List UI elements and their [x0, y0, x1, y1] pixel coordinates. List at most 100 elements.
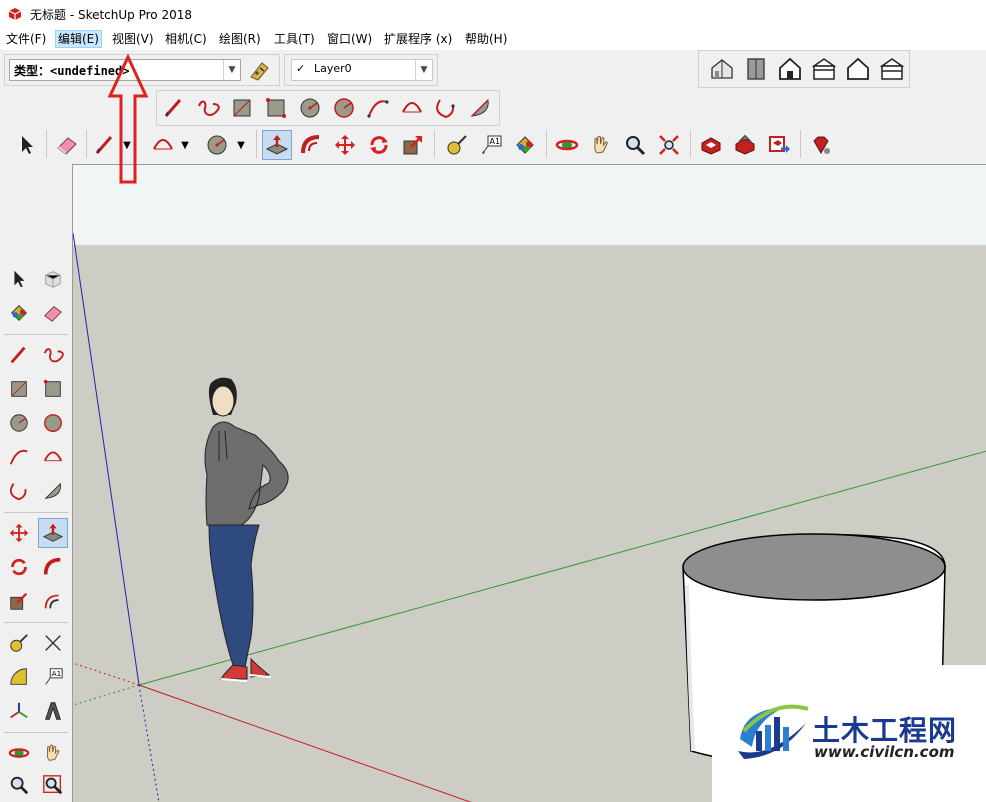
warehouse-icon — [701, 137, 721, 155]
tape-measure-button[interactable] — [442, 130, 472, 160]
orbit-tool-button[interactable] — [552, 130, 582, 160]
two-point-arc-button[interactable] — [397, 93, 427, 123]
watermark-logo-icon — [738, 704, 809, 759]
line-tool-button[interactable] — [4, 340, 34, 370]
menu-extensions[interactable]: 扩展程序 (x) — [382, 31, 454, 47]
toolbar-separator — [256, 130, 257, 158]
share-component-icon — [769, 136, 790, 153]
zoom-tool-button[interactable] — [4, 770, 34, 800]
style-brush-button[interactable] — [245, 56, 275, 86]
chevron-down-icon[interactable]: ▼ — [223, 60, 240, 80]
freehand-tool-button[interactable] — [38, 340, 68, 370]
extension-warehouse-button[interactable] — [806, 130, 836, 160]
line-tool-button[interactable] — [159, 93, 189, 123]
top-view-button[interactable] — [741, 54, 771, 84]
sketchup-app-icon[interactable] — [8, 7, 22, 21]
arc-tool-button[interactable] — [363, 93, 393, 123]
three-point-arc-button[interactable] — [4, 476, 34, 506]
axes-tool-button[interactable] — [4, 696, 34, 726]
follow-me-button[interactable] — [296, 130, 326, 160]
text-tool-button[interactable]: A1 — [38, 662, 68, 692]
freehand-tool-button[interactable] — [193, 93, 223, 123]
circle-tool-button[interactable] — [295, 93, 325, 123]
freehand-icon — [198, 100, 220, 116]
rectangle-tool-button[interactable] — [227, 93, 257, 123]
make-component-button[interactable] — [38, 264, 68, 294]
dimension-tool-button[interactable] — [38, 628, 68, 658]
shape-tool-dropdown[interactable]: ▼ — [232, 130, 250, 160]
zoom-extents-button[interactable] — [654, 130, 684, 160]
menu-draw[interactable]: 绘图(R) — [217, 31, 263, 47]
circle-tool-button[interactable] — [4, 408, 34, 438]
rotate-tool-button[interactable] — [364, 130, 394, 160]
rotated-rectangle-button[interactable] — [38, 374, 68, 404]
rotated-rectangle-button[interactable] — [261, 93, 291, 123]
follow-me-button[interactable] — [38, 552, 68, 582]
arc-tool-dropdown[interactable]: ▼ — [176, 130, 194, 160]
offset-tool-button[interactable] — [38, 586, 68, 616]
3d-warehouse-button[interactable] — [696, 130, 726, 160]
rectangle-icon — [11, 381, 27, 397]
layer-select[interactable]: ✓ Layer0 ▼ — [291, 59, 433, 81]
toolbar-separator — [46, 130, 47, 158]
menu-tools[interactable]: 工具(T) — [272, 31, 317, 47]
share-component-button[interactable] — [764, 130, 794, 160]
menu-camera[interactable]: 相机(C) — [163, 31, 209, 47]
window-title: 无标题 - SketchUp Pro 2018 — [30, 8, 192, 22]
zoom-tool-button[interactable] — [620, 130, 650, 160]
polygon-tool-button[interactable] — [329, 93, 359, 123]
push-pull-button[interactable] — [38, 518, 68, 548]
arc-tool-button[interactable] — [148, 130, 178, 160]
menu-help[interactable]: 帮助(H) — [463, 31, 509, 47]
arc-tool-button[interactable] — [4, 442, 34, 472]
scale-tool-button[interactable] — [4, 586, 34, 616]
iso-view-button[interactable] — [707, 54, 737, 84]
push-pull-button[interactable] — [262, 130, 292, 160]
pie-tool-button[interactable] — [38, 476, 68, 506]
drawing-toolbar — [156, 90, 500, 126]
menu-edit[interactable]: 编辑(E) — [55, 30, 102, 48]
annotation-arrow — [108, 54, 149, 184]
pan-tool-button[interactable] — [586, 130, 616, 160]
zoom-extents-icon — [659, 135, 679, 155]
back-view-button[interactable] — [843, 54, 873, 84]
paint-bucket-button[interactable] — [4, 298, 34, 328]
menu-view[interactable]: 视图(V) — [110, 31, 156, 47]
toolbar-separator — [4, 512, 68, 513]
select-tool-button[interactable] — [4, 264, 34, 294]
left-view-button[interactable] — [877, 54, 907, 84]
pie-tool-button[interactable] — [465, 93, 495, 123]
right-view-button[interactable] — [809, 54, 839, 84]
three-point-arc-button[interactable] — [431, 93, 461, 123]
menu-window[interactable]: 窗口(W) — [325, 31, 374, 47]
share-model-button[interactable] — [730, 130, 760, 160]
protractor-tool-button[interactable] — [4, 662, 34, 692]
select-tool-button[interactable] — [12, 130, 42, 160]
3d-text-button[interactable] — [38, 696, 68, 726]
scale-tool-button[interactable] — [398, 130, 428, 160]
circle-tool-button[interactable] — [202, 130, 232, 160]
rotate-tool-button[interactable] — [4, 552, 34, 582]
orbit-tool-button[interactable] — [4, 738, 34, 768]
menu-file[interactable]: 文件(F) — [4, 31, 48, 47]
move-tool-button[interactable] — [4, 518, 34, 548]
chevron-down-icon[interactable]: ▼ — [415, 60, 432, 80]
paint-bucket-button[interactable] — [510, 130, 540, 160]
polygon-tool-button[interactable] — [38, 408, 68, 438]
toolbar-separator — [4, 622, 68, 623]
eraser-tool-button[interactable] — [52, 130, 82, 160]
pencil-icon — [164, 99, 182, 117]
move-icon — [9, 523, 29, 543]
offset-icon — [44, 594, 59, 609]
dimension-text-button[interactable]: A1 — [476, 130, 506, 160]
tape-measure-button[interactable] — [4, 628, 34, 658]
rectangle-tool-button[interactable] — [4, 374, 34, 404]
dimension-icon — [45, 635, 61, 651]
pan-tool-button[interactable] — [38, 738, 68, 768]
two-point-arc-button[interactable] — [38, 442, 68, 472]
circle-icon — [10, 414, 28, 432]
eraser-tool-button[interactable] — [38, 298, 68, 328]
zoom-window-button[interactable] — [38, 770, 68, 800]
move-tool-button[interactable] — [330, 130, 360, 160]
front-view-button[interactable] — [775, 54, 805, 84]
